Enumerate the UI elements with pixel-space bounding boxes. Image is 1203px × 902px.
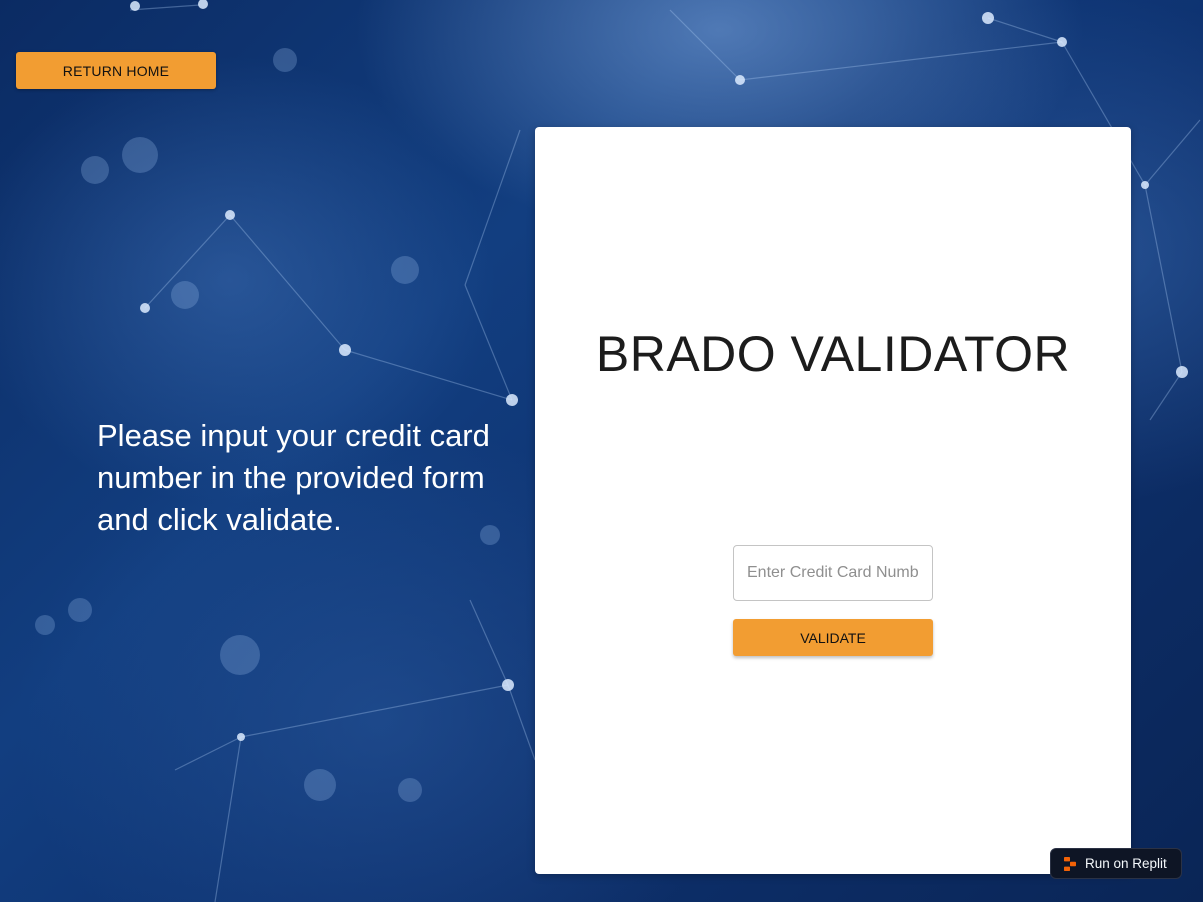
page-title: BRADO VALIDATOR	[595, 326, 1071, 382]
run-on-replit-button[interactable]: Run on Replit	[1050, 848, 1182, 879]
validator-card: BRADO VALIDATOR VALIDATE	[535, 127, 1131, 874]
validate-button[interactable]: VALIDATE	[733, 619, 933, 656]
return-home-button[interactable]: RETURN HOME	[16, 52, 216, 89]
credit-card-input[interactable]	[733, 545, 933, 601]
page: RETURN HOME Please input your credit car…	[0, 0, 1203, 902]
instructions-text: Please input your credit card number in …	[97, 418, 490, 537]
run-on-replit-label: Run on Replit	[1085, 856, 1167, 871]
replit-logo-icon	[1064, 856, 1076, 871]
